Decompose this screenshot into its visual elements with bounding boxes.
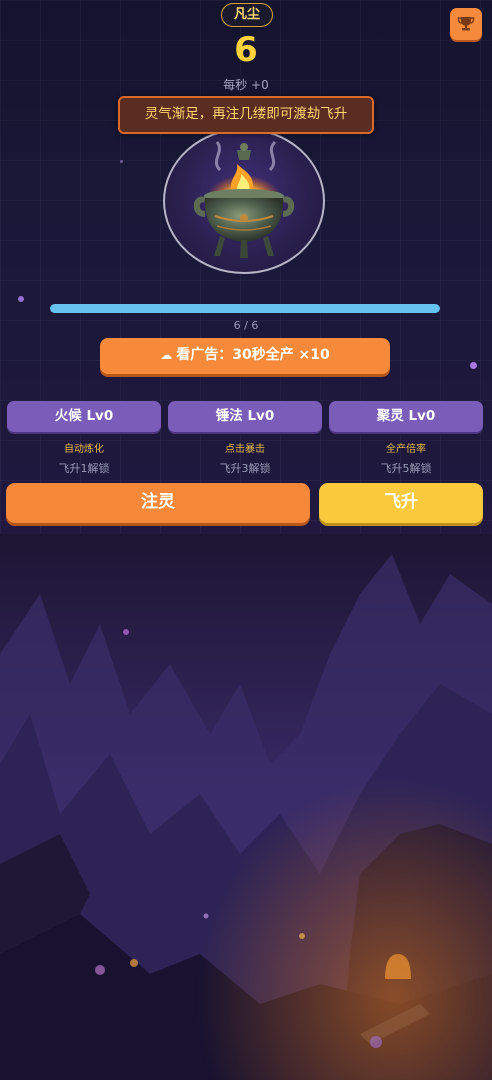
spark <box>18 296 24 302</box>
progress-bar <box>50 304 440 313</box>
mountain-background <box>0 534 492 1080</box>
upgrade-gather-desc: 全产倍率 <box>386 444 426 455</box>
realm-badge: 凡尘 <box>221 3 273 27</box>
progress-text: 6 / 6 <box>233 319 259 332</box>
game-panel: 凡尘 6 每秒 +0 灵气渐足，再注几缕即可渡劫飞升 6 / 6 ☁ 看广告：3… <box>0 0 492 534</box>
upgrade-gather-lock: 飞升5解锁 <box>380 462 432 475</box>
spark <box>120 160 123 163</box>
upgrade-fire-desc: 自动炼化 <box>64 444 104 455</box>
upgrade-gather-button[interactable]: 聚灵 Lv0 <box>329 401 483 432</box>
watch-ad-button[interactable]: ☁ 看广告：30秒全产 ×10 <box>100 338 390 374</box>
upgrade-hammer-desc: 点击暴击 <box>225 444 265 455</box>
hint-banner: 灵气渐足，再注几缕即可渡劫飞升 <box>118 96 374 134</box>
progress-bar-fill <box>50 304 440 313</box>
ascend-button[interactable]: 飞升 <box>319 483 483 523</box>
infuse-button[interactable]: 注灵 <box>6 483 310 523</box>
watch-ad-label: 看广告：30秒全产 ×10 <box>176 347 330 363</box>
upgrade-hammer-lock: 飞升3解锁 <box>219 462 271 475</box>
spark <box>470 362 477 369</box>
cauldron-tap-area[interactable] <box>163 128 325 274</box>
incense-burner-icon <box>193 140 295 258</box>
per-second-rate: 每秒 +0 <box>223 78 269 92</box>
score-value: 6 <box>234 30 258 70</box>
upgrade-hammer-button[interactable]: 锤法 Lv0 <box>168 401 322 432</box>
cloud-icon: ☁ <box>160 348 173 362</box>
upgrade-fire-lock: 飞升1解锁 <box>58 462 110 475</box>
upgrade-fire-button[interactable]: 火候 Lv0 <box>7 401 161 432</box>
